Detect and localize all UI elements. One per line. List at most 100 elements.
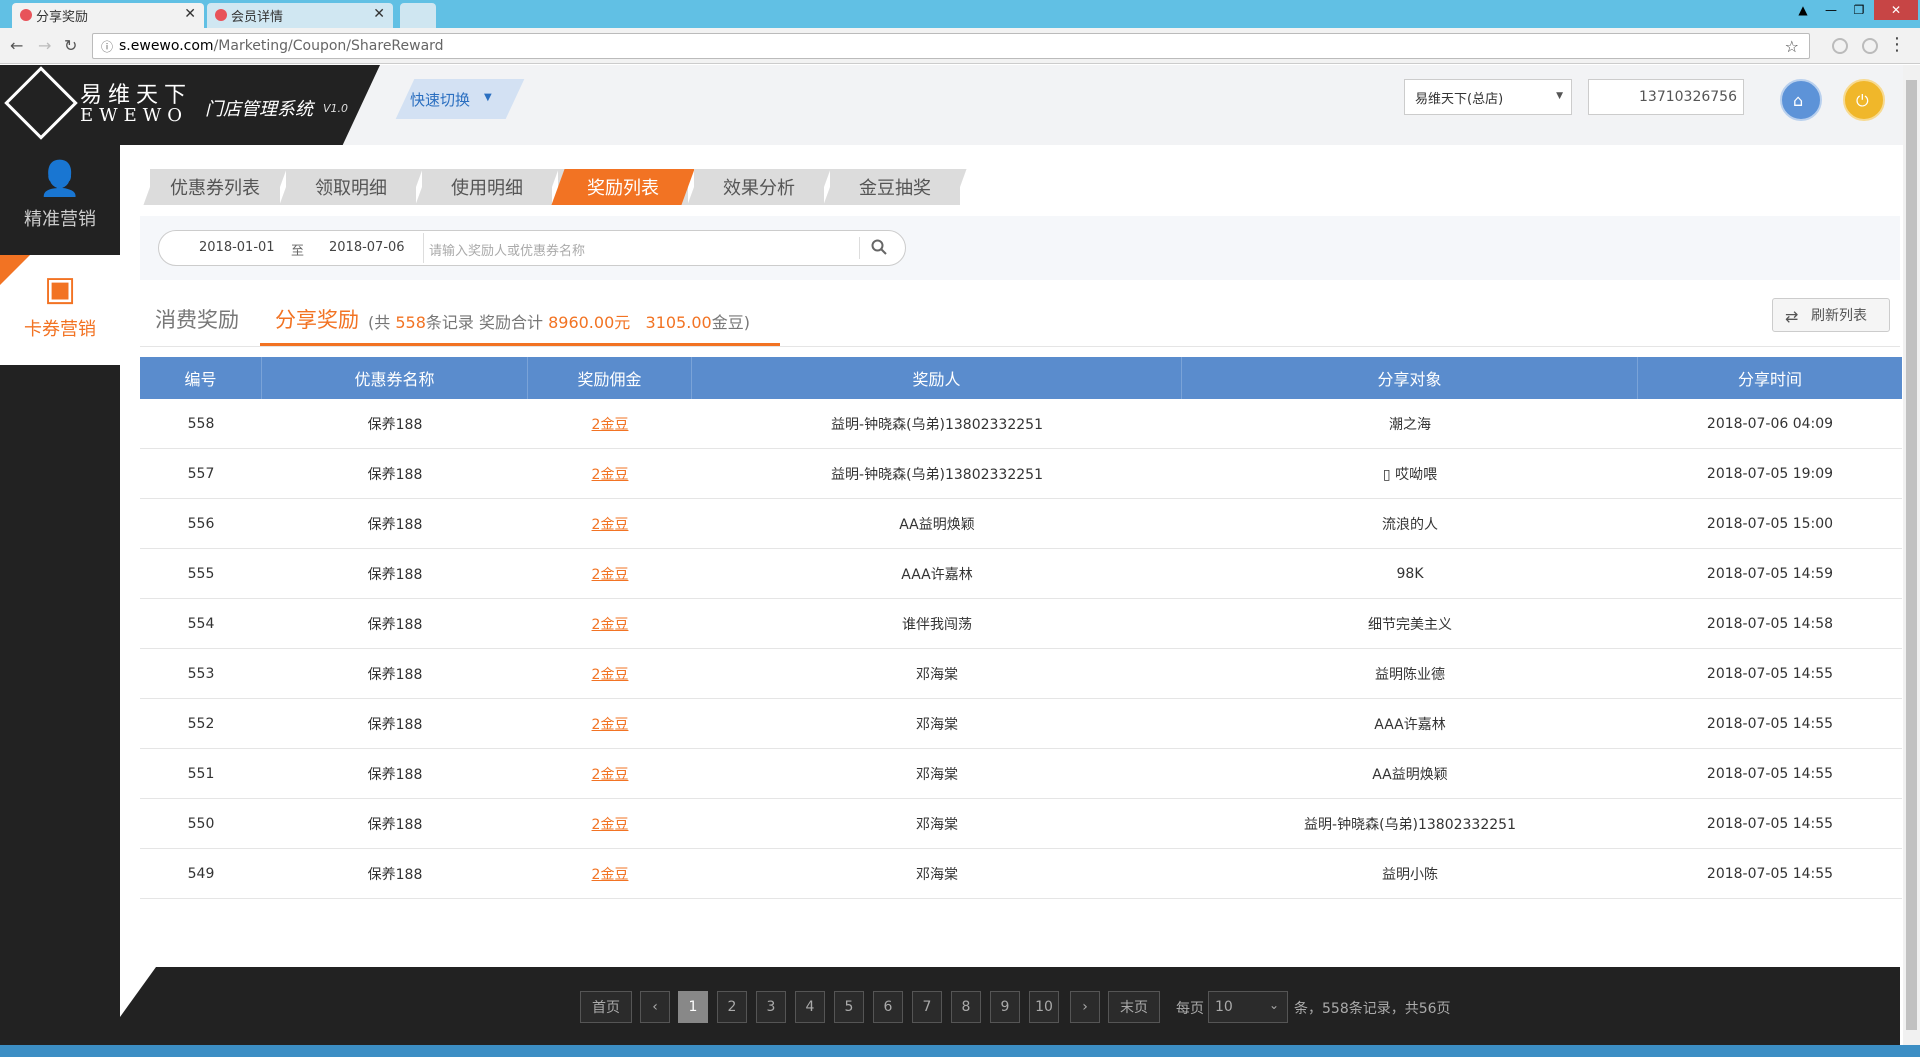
browser-menu-icon[interactable]: ⋮ xyxy=(1888,34,1906,55)
cell-reward[interactable]: 2金豆 xyxy=(528,449,692,498)
app-header: 易维天下 EWEWO 门店管理系统 V1.0 快速切换 ▼ 易维天下(总店) ▼… xyxy=(0,65,1920,145)
cell-reward[interactable]: 2金豆 xyxy=(528,699,692,748)
info-icon[interactable]: ⓘ xyxy=(101,38,113,55)
active-indicator xyxy=(0,255,30,285)
summary-count: 558 xyxy=(395,313,426,332)
tab-receive-detail[interactable]: 领取明细 xyxy=(279,169,423,205)
site-favicon-icon xyxy=(20,9,32,21)
cell-time: 2018-07-05 14:55 xyxy=(1706,715,1834,732)
refresh-list-button[interactable]: ⇄ 刷新列表 xyxy=(1772,298,1890,332)
table-row: 550 保养188 2金豆 邓海棠 益明-钟晓森(乌弟)13802332251 2018-… xyxy=(140,799,1902,849)
close-tab-icon[interactable]: ✕ xyxy=(373,6,385,22)
browser-tab-member-detail[interactable]: 会员详情 ✕ xyxy=(207,3,393,28)
page-button[interactable]: 8 xyxy=(951,991,981,1023)
table-row: 551 保养188 2金豆 邓海棠 AA益明焕颖 2018-07-05 14:55 xyxy=(140,749,1902,799)
tab-coupon-list[interactable]: 优惠券列表 xyxy=(143,169,287,205)
cell-reward[interactable]: 2金豆 xyxy=(528,649,692,698)
page-button[interactable]: 5 xyxy=(834,991,864,1023)
share-reward-summary: (共 558条记录 奖励合计 8960.00元 3105.00金豆) xyxy=(368,309,750,333)
table-row: 557 保养188 2金豆 益明-钟晓森(乌弟)13802332251 ▯ 哎呦喂 201… xyxy=(140,449,1902,499)
tab-label: 金豆抽奖 xyxy=(859,178,931,199)
logout-button[interactable]: ⏻ xyxy=(1843,79,1885,121)
page-button[interactable]: 3 xyxy=(756,991,786,1023)
browser-tab-share-reward[interactable]: 分享奖励 ✕ xyxy=(12,3,204,28)
minimize-icon[interactable]: — xyxy=(1818,0,1844,20)
summary-text: 条记录 奖励合计 xyxy=(425,313,543,332)
subtab-consume-reward[interactable]: 消费奖励 xyxy=(155,304,239,334)
divider xyxy=(859,237,860,259)
page-button[interactable]: 6 xyxy=(873,991,903,1023)
cell-reward[interactable]: 2金豆 xyxy=(528,749,692,798)
pagination-summary: 条，558条记录，共56页 xyxy=(1294,1001,1451,1017)
restore-icon[interactable]: ❐ xyxy=(1846,0,1872,20)
url-path: /Marketing/Coupon/ShareReward xyxy=(213,38,444,54)
cell-rewarder: 邓海棠 xyxy=(916,766,958,783)
home-icon: ⌂ xyxy=(1793,91,1804,110)
url-input[interactable]: ⓘ s.ewewo.com/Marketing/Coupon/ShareRewa… xyxy=(92,33,1810,59)
last-page-button[interactable]: 末页 xyxy=(1108,991,1160,1023)
cell-reward[interactable]: 2金豆 xyxy=(528,399,692,448)
extension-icon[interactable] xyxy=(1862,38,1878,54)
tab-label: 优惠券列表 xyxy=(170,178,260,199)
tab-bean-lottery[interactable]: 金豆抽奖 xyxy=(823,169,967,205)
date-from-input[interactable]: 2018-01-01 xyxy=(199,240,275,255)
cell-reward[interactable]: 2金豆 xyxy=(528,599,692,648)
per-page-select[interactable]: 10 ⌄ xyxy=(1208,991,1288,1023)
cell-reward[interactable]: 2金豆 xyxy=(528,549,692,598)
column-header: 分享对象 xyxy=(1182,357,1638,399)
quick-switch-label[interactable]: 快速切换 xyxy=(410,89,470,110)
page-button[interactable]: 10 xyxy=(1029,991,1059,1023)
user-icon: 👤 xyxy=(38,159,82,199)
cell-reward[interactable]: 2金豆 xyxy=(528,849,692,898)
extension-icon[interactable] xyxy=(1832,38,1848,54)
back-arrow-icon[interactable]: ← xyxy=(10,36,23,55)
page-button[interactable]: 9 xyxy=(990,991,1020,1023)
reload-icon[interactable]: ↻ xyxy=(64,36,77,55)
divider xyxy=(140,346,1900,347)
bookmark-star-icon[interactable]: ☆ xyxy=(1785,37,1799,56)
close-tab-icon[interactable]: ✕ xyxy=(184,6,196,22)
cell-id: 554 xyxy=(187,615,215,632)
cell-target: 益明陈业德 xyxy=(1375,666,1445,683)
cell-coupon: 保养188 xyxy=(367,466,423,483)
user-phone: 13710326756 xyxy=(1639,89,1737,105)
cell-target: ▯ 哎呦喂 xyxy=(1382,466,1438,483)
page-button[interactable]: 7 xyxy=(912,991,942,1023)
cell-reward[interactable]: 2金豆 xyxy=(528,499,692,548)
next-page-button[interactable]: › xyxy=(1070,991,1100,1023)
cell-coupon: 保养188 xyxy=(367,816,423,833)
store-select[interactable]: 易维天下(总店) ▼ xyxy=(1404,79,1572,115)
page-button[interactable]: 4 xyxy=(795,991,825,1023)
side-nav: 👤 精准营销 ▣ 卡券营销 xyxy=(0,145,120,1057)
date-to-input[interactable]: 2018-07-06 xyxy=(329,240,405,255)
first-page-button[interactable]: 首页 xyxy=(580,991,632,1023)
column-header: 分享时间 xyxy=(1737,370,1802,389)
page-button[interactable]: 1 xyxy=(678,991,708,1023)
user-account[interactable]: 13710326756 xyxy=(1588,79,1744,115)
cell-target: 益明小陈 xyxy=(1382,866,1438,883)
cell-target: 细节完美主义 xyxy=(1368,616,1452,633)
window-close-icon[interactable]: ✕ xyxy=(1874,0,1918,20)
cell-rewarder: AA益明焕颖 xyxy=(899,516,975,533)
summary-text: 金豆) xyxy=(711,313,750,332)
new-tab-button[interactable] xyxy=(400,3,436,28)
sidebar-item-coupon-marketing[interactable]: ▣ 卡券营销 xyxy=(0,255,120,365)
subtab-share-reward[interactable]: 分享奖励 xyxy=(275,304,359,334)
browser-tab-label: 会员详情 xyxy=(231,10,284,25)
prev-page-button[interactable]: ‹ xyxy=(640,991,670,1023)
table-row: 556 保养188 2金豆 AA益明焕颖 流浪的人 2018-07-05 15:00 xyxy=(140,499,1902,549)
cell-reward[interactable]: 2金豆 xyxy=(528,799,692,848)
page-button[interactable]: 2 xyxy=(717,991,747,1023)
sidebar-item-precision-marketing[interactable]: 👤 精准营销 xyxy=(0,145,120,255)
search-icon[interactable] xyxy=(871,239,887,255)
home-button[interactable]: ⌂ xyxy=(1780,79,1822,121)
user-profile-icon[interactable]: ▲ xyxy=(1790,0,1816,20)
forward-arrow-icon[interactable]: → xyxy=(38,36,51,55)
search-input[interactable]: 请输入奖励人或优惠券名称 xyxy=(429,240,585,259)
caret-down-icon[interactable]: ▼ xyxy=(484,92,492,103)
tab-usage-detail[interactable]: 使用明细 xyxy=(415,169,559,205)
scrollbar-thumb[interactable] xyxy=(1906,80,1917,1030)
tab-reward-list[interactable]: 奖励列表 xyxy=(551,169,695,205)
cell-time: 2018-07-05 14:55 xyxy=(1706,765,1834,782)
tab-effect-analysis[interactable]: 效果分析 xyxy=(687,169,831,205)
